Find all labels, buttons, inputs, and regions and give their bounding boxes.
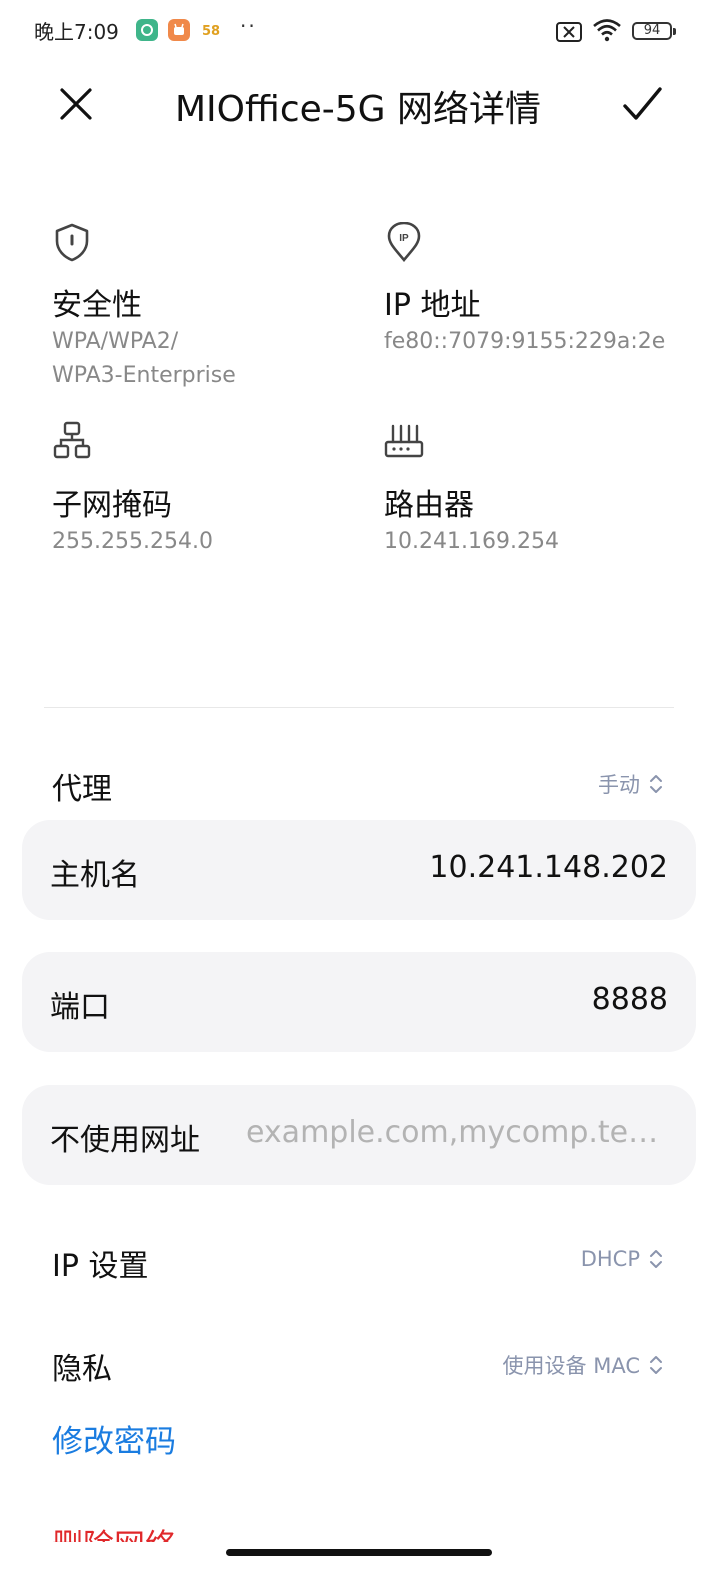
svg-text:IP: IP [399,233,409,244]
proxy-label: 代理 [52,772,112,807]
bypass-field[interactable]: 不使用网址 example.com,mycomp.test.com,localh… [22,1085,696,1185]
hostname-label: 主机名 [50,858,140,893]
port-value: 8888 [591,982,668,1017]
bypass-placeholder: example.com,mycomp.test.com,localhost [246,1115,668,1150]
ip-settings-select[interactable]: DHCP [581,1247,664,1271]
divider [44,707,674,708]
shield-icon [52,222,92,262]
hostname-field[interactable]: 主机名 10.241.148.202 [22,820,696,920]
router-label: 路由器 [384,488,474,523]
chevron-updown-icon [650,1356,662,1374]
port-label: 端口 [50,990,110,1025]
subnet-mask-value: 255.255.254.0 [52,529,213,554]
network-topology-icon [52,420,92,460]
router-value: 10.241.169.254 [384,529,559,554]
port-field[interactable]: 端口 8888 [22,952,696,1052]
delete-network-link[interactable]: 删除网络 [52,1520,176,1542]
security-value-line2: WPA3-Enterprise [52,363,236,388]
privacy-label: 隐私 [52,1352,112,1387]
proxy-select-value: 手动 [598,773,640,797]
confirm-button[interactable] [620,82,664,126]
chevron-updown-icon [650,775,662,793]
privacy-value: 使用设备 MAC [502,1354,640,1378]
app-58-icon: 58 [201,23,221,39]
ip-settings-label: IP 设置 [52,1249,149,1284]
security-label: 安全性 [52,288,142,323]
wifi-icon [592,18,622,46]
router-icon [384,420,424,460]
no-sim-icon [556,22,582,46]
subnet-mask-label: 子网掩码 [52,488,172,523]
security-value-line1: WPA/WPA2/ [52,329,179,354]
ip-address-label: IP 地址 [384,288,481,323]
more-notifications-icon: ·· [240,14,257,38]
change-password-link[interactable]: 修改密码 [52,1416,176,1461]
shield-app-icon [136,19,158,41]
mi-app-icon [168,19,190,41]
status-time: 晚上7:09 [34,20,119,44]
ip-address-value: fe80::7079:9155:229a:2e [384,329,666,354]
bypass-label: 不使用网址 [50,1123,200,1158]
home-indicator[interactable] [226,1549,492,1556]
chevron-updown-icon [650,1250,662,1268]
battery-icon: 94 [632,22,676,40]
ip-pin-icon: IP [384,221,424,263]
ip-settings-value: DHCP [580,1247,640,1271]
page-title: MIOffice-5G 网络详情 [175,89,541,130]
privacy-select[interactable]: 使用设备 MAC [503,1350,664,1380]
hostname-value: 10.241.148.202 [429,850,668,885]
checkmark-icon [623,87,662,120]
proxy-select[interactable]: 手动 [598,769,664,799]
